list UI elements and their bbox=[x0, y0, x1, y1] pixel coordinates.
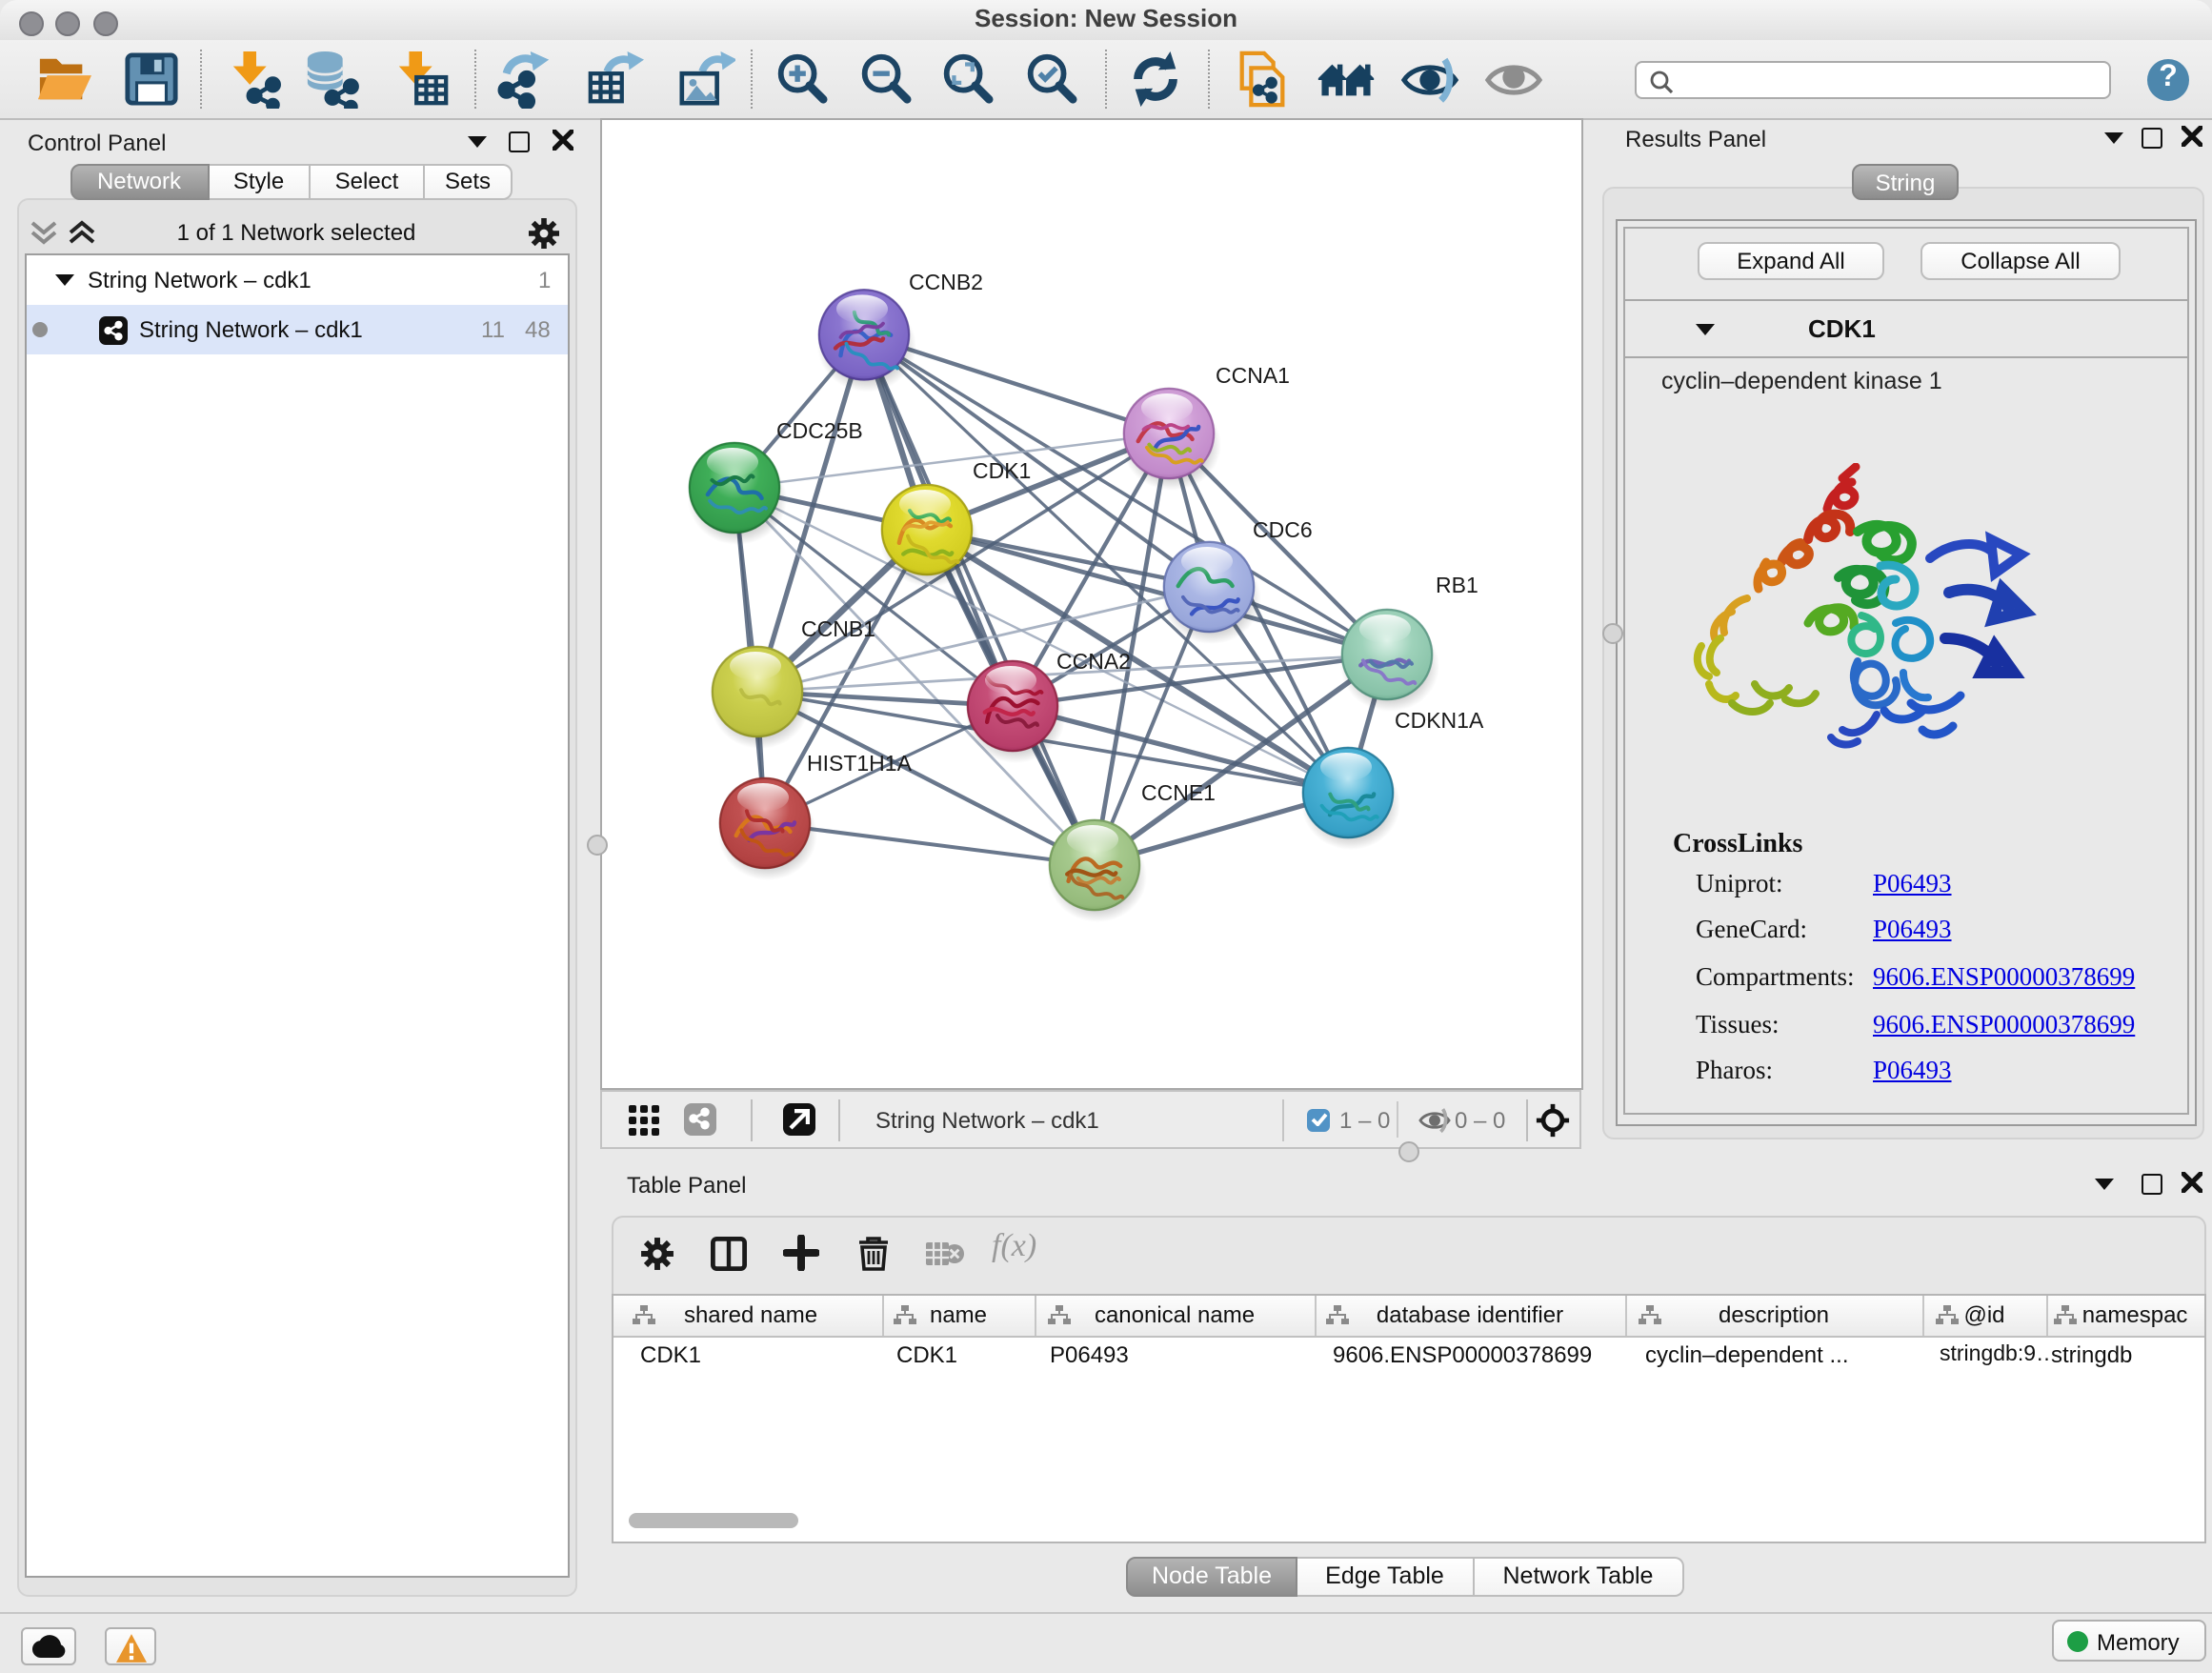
svg-text:CDKN1A: CDKN1A bbox=[1394, 708, 1483, 733]
svg-text:CDC6: CDC6 bbox=[1252, 517, 1312, 542]
svg-text:CCNE1: CCNE1 bbox=[1140, 780, 1215, 805]
svg-text:CCNA2: CCNA2 bbox=[1056, 649, 1130, 674]
svg-text:CCNB1: CCNB1 bbox=[800, 616, 875, 641]
svg-text:CDK1: CDK1 bbox=[972, 458, 1030, 483]
svg-text:CDC25B: CDC25B bbox=[775, 418, 862, 443]
svg-text:HIST1H1A: HIST1H1A bbox=[806, 751, 912, 776]
svg-text:CCNB2: CCNB2 bbox=[908, 270, 982, 294]
svg-text:RB1: RB1 bbox=[1435, 573, 1478, 597]
svg-text:CCNA1: CCNA1 bbox=[1215, 363, 1289, 388]
